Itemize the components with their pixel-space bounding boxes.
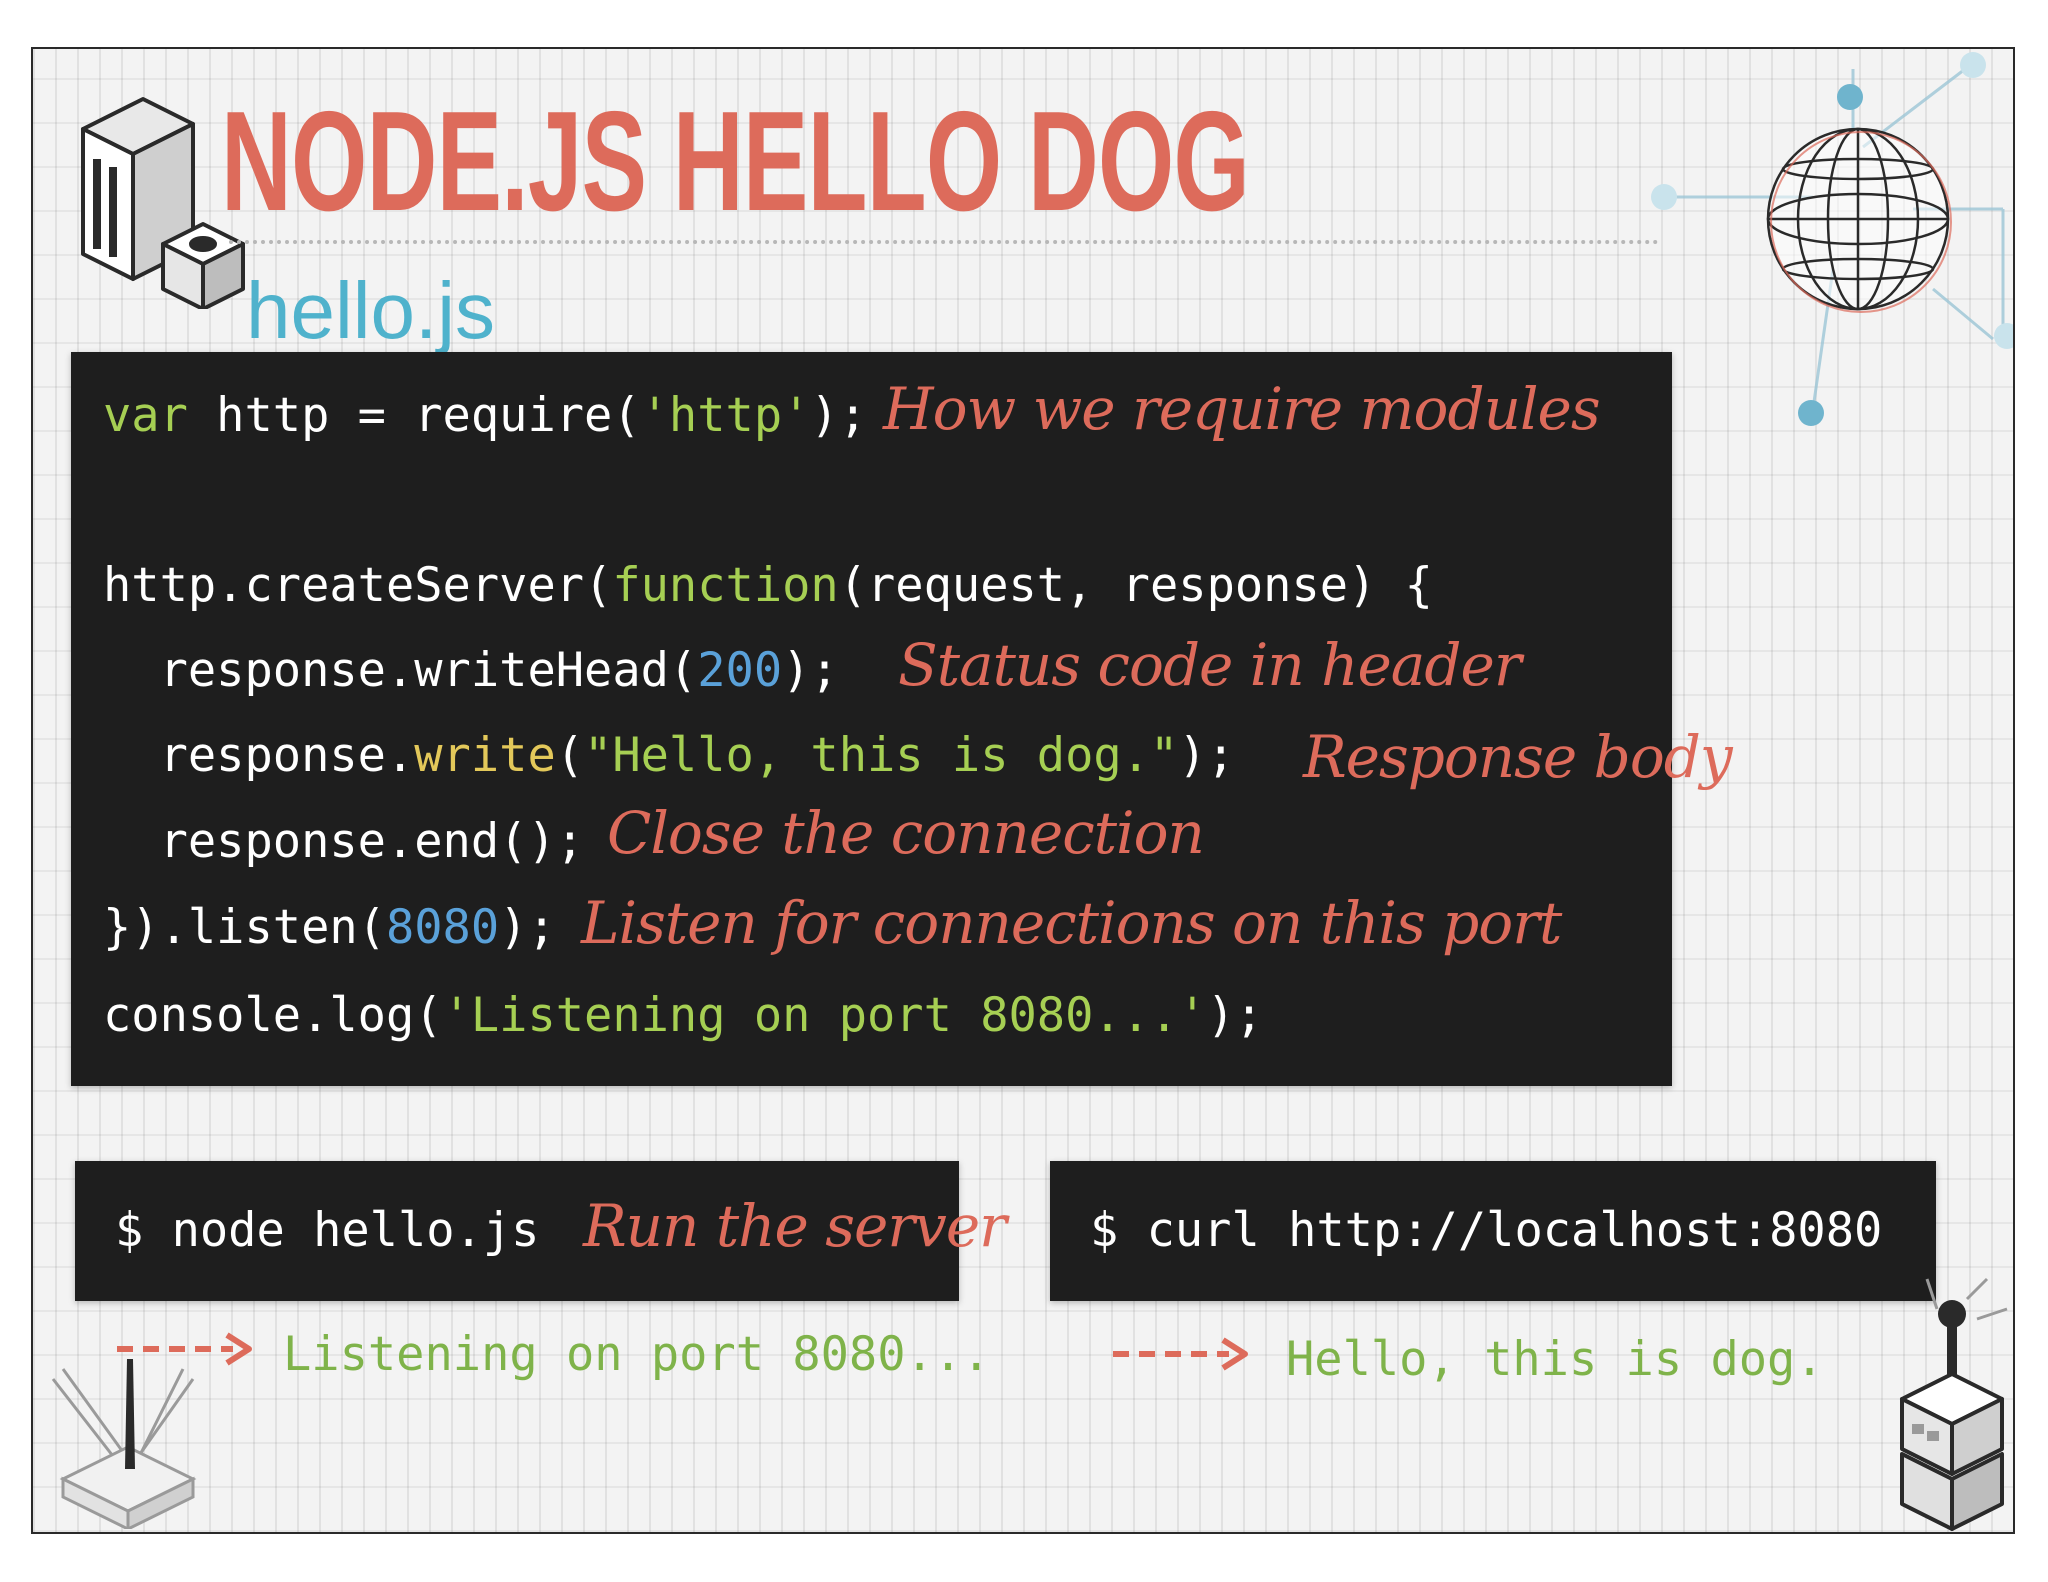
slide: NODE.JS HELLO DOG hello.js var http = re…: [31, 47, 2015, 1534]
annotation-close: Close the connection: [607, 799, 1205, 867]
code-line-3: http.createServer(function(request, resp…: [103, 558, 1433, 613]
annotation-body: Response body: [1303, 723, 1733, 791]
code-line-8: console.log('Listening on port 8080...')…: [103, 988, 1264, 1043]
code-line-6: response.end();: [103, 814, 585, 869]
title-divider: [229, 240, 1659, 244]
code-line-5: response.write("Hello, this is dog.");: [103, 728, 1235, 783]
annotation-listen: Listen for connections on this port: [581, 889, 1562, 957]
node-output: Listening on port 8080...: [283, 1327, 991, 1382]
robot-arm-icon: [51, 1359, 197, 1529]
globe-network-icon: [1651, 52, 2013, 426]
terminal-node: $ node hello.js Run the server: [75, 1161, 1007, 1301]
page-title: NODE.JS HELLO DOG: [221, 82, 1250, 241]
annotation-require: How we require modules: [883, 375, 1601, 443]
filename-label: hello.js: [246, 266, 496, 355]
arrow-right-icon: [1113, 1337, 1248, 1371]
terminal-curl: $ curl http://localhost:8080: [1050, 1161, 1936, 1301]
code-block: var http = require('http'); How we requi…: [71, 352, 1733, 1086]
antenna-server-icon: [1900, 1277, 2008, 1531]
node-command: $ node hello.js: [115, 1203, 540, 1258]
code-line-7: }).listen(8080);: [103, 900, 556, 955]
curl-command: $ curl http://localhost:8080: [1090, 1203, 1883, 1258]
annotation-run: Run the server: [583, 1192, 1007, 1260]
code-line-4: response.writeHead(200);: [103, 643, 839, 698]
curl-output: Hello, this is dog.: [1286, 1332, 1824, 1387]
code-line-1: var http = require('http');: [103, 388, 868, 443]
annotation-status: Status code in header: [898, 631, 1522, 699]
